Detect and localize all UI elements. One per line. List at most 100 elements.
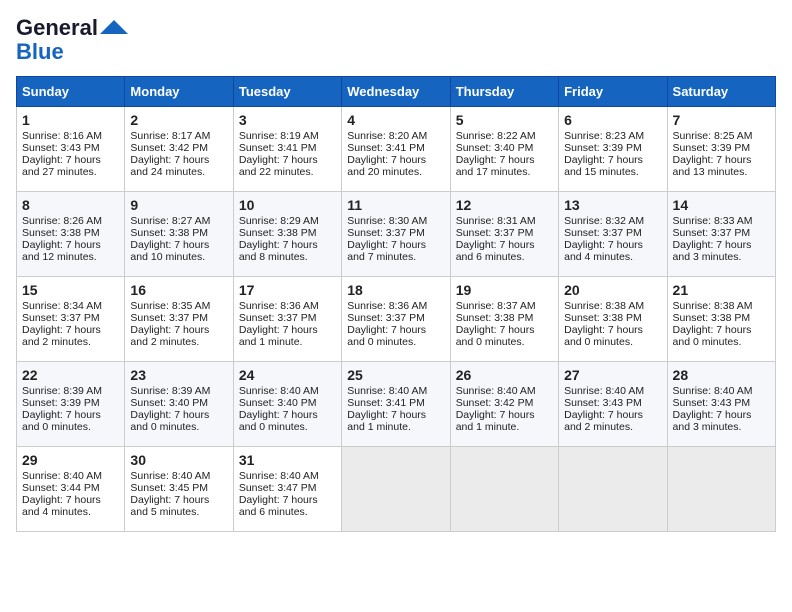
sunrise: Sunrise: 8:32 AM — [564, 215, 644, 227]
day-header-tuesday: Tuesday — [233, 77, 341, 107]
day-number: 13 — [564, 197, 661, 213]
day-number: 8 — [22, 197, 119, 213]
daylight: Daylight: 7 hours and 2 minutes. — [564, 409, 643, 433]
day-header-thursday: Thursday — [450, 77, 558, 107]
sunset: Sunset: 3:37 PM — [239, 312, 317, 324]
calendar-cell: 13 Sunrise: 8:32 AM Sunset: 3:37 PM Dayl… — [559, 192, 667, 277]
sunrise: Sunrise: 8:26 AM — [22, 215, 102, 227]
calendar-cell: 28 Sunrise: 8:40 AM Sunset: 3:43 PM Dayl… — [667, 362, 775, 447]
sunrise: Sunrise: 8:16 AM — [22, 130, 102, 142]
daylight: Daylight: 7 hours and 0 minutes. — [347, 324, 426, 348]
day-header-sunday: Sunday — [17, 77, 125, 107]
calendar-cell: 31 Sunrise: 8:40 AM Sunset: 3:47 PM Dayl… — [233, 447, 341, 532]
sunset: Sunset: 3:38 PM — [673, 312, 751, 324]
sunrise: Sunrise: 8:22 AM — [456, 130, 536, 142]
sunset: Sunset: 3:43 PM — [22, 142, 100, 154]
calendar-cell: 10 Sunrise: 8:29 AM Sunset: 3:38 PM Dayl… — [233, 192, 341, 277]
sunrise: Sunrise: 8:40 AM — [239, 470, 319, 482]
day-number: 4 — [347, 112, 444, 128]
sunset: Sunset: 3:47 PM — [239, 482, 317, 494]
sunset: Sunset: 3:40 PM — [130, 397, 208, 409]
sunset: Sunset: 3:43 PM — [564, 397, 642, 409]
sunrise: Sunrise: 8:39 AM — [22, 385, 102, 397]
sunset: Sunset: 3:38 PM — [456, 312, 534, 324]
calendar-cell: 12 Sunrise: 8:31 AM Sunset: 3:37 PM Dayl… — [450, 192, 558, 277]
sunset: Sunset: 3:44 PM — [22, 482, 100, 494]
sunrise: Sunrise: 8:38 AM — [673, 300, 753, 312]
daylight: Daylight: 7 hours and 6 minutes. — [239, 494, 318, 518]
sunset: Sunset: 3:40 PM — [239, 397, 317, 409]
sunset: Sunset: 3:41 PM — [347, 397, 425, 409]
week-row-3: 15 Sunrise: 8:34 AM Sunset: 3:37 PM Dayl… — [17, 277, 776, 362]
days-header-row: SundayMondayTuesdayWednesdayThursdayFrid… — [17, 77, 776, 107]
day-number: 21 — [673, 282, 770, 298]
daylight: Daylight: 7 hours and 0 minutes. — [456, 324, 535, 348]
logo-icon — [100, 20, 128, 34]
day-number: 7 — [673, 112, 770, 128]
sunset: Sunset: 3:39 PM — [22, 397, 100, 409]
week-row-4: 22 Sunrise: 8:39 AM Sunset: 3:39 PM Dayl… — [17, 362, 776, 447]
sunset: Sunset: 3:37 PM — [673, 227, 751, 239]
day-number: 26 — [456, 367, 553, 383]
calendar-cell — [342, 447, 450, 532]
sunset: Sunset: 3:41 PM — [239, 142, 317, 154]
daylight: Daylight: 7 hours and 6 minutes. — [456, 239, 535, 263]
daylight: Daylight: 7 hours and 1 minute. — [239, 324, 318, 348]
day-number: 19 — [456, 282, 553, 298]
daylight: Daylight: 7 hours and 0 minutes. — [130, 409, 209, 433]
calendar-cell: 9 Sunrise: 8:27 AM Sunset: 3:38 PM Dayli… — [125, 192, 233, 277]
day-number: 18 — [347, 282, 444, 298]
daylight: Daylight: 7 hours and 0 minutes. — [22, 409, 101, 433]
logo: General Blue — [16, 16, 128, 64]
calendar-cell — [559, 447, 667, 532]
daylight: Daylight: 7 hours and 2 minutes. — [130, 324, 209, 348]
sunrise: Sunrise: 8:20 AM — [347, 130, 427, 142]
daylight: Daylight: 7 hours and 10 minutes. — [130, 239, 209, 263]
sunset: Sunset: 3:45 PM — [130, 482, 208, 494]
day-number: 23 — [130, 367, 227, 383]
logo-blue: Blue — [16, 40, 64, 64]
sunrise: Sunrise: 8:40 AM — [564, 385, 644, 397]
calendar-cell: 24 Sunrise: 8:40 AM Sunset: 3:40 PM Dayl… — [233, 362, 341, 447]
day-number: 9 — [130, 197, 227, 213]
day-number: 16 — [130, 282, 227, 298]
sunset: Sunset: 3:38 PM — [564, 312, 642, 324]
sunset: Sunset: 3:37 PM — [564, 227, 642, 239]
sunrise: Sunrise: 8:40 AM — [130, 470, 210, 482]
sunset: Sunset: 3:37 PM — [347, 312, 425, 324]
sunrise: Sunrise: 8:33 AM — [673, 215, 753, 227]
calendar-cell: 2 Sunrise: 8:17 AM Sunset: 3:42 PM Dayli… — [125, 107, 233, 192]
daylight: Daylight: 7 hours and 15 minutes. — [564, 154, 643, 178]
sunrise: Sunrise: 8:36 AM — [239, 300, 319, 312]
sunrise: Sunrise: 8:37 AM — [456, 300, 536, 312]
sunrise: Sunrise: 8:40 AM — [673, 385, 753, 397]
sunset: Sunset: 3:37 PM — [22, 312, 100, 324]
day-number: 12 — [456, 197, 553, 213]
week-row-1: 1 Sunrise: 8:16 AM Sunset: 3:43 PM Dayli… — [17, 107, 776, 192]
day-number: 22 — [22, 367, 119, 383]
daylight: Daylight: 7 hours and 0 minutes. — [564, 324, 643, 348]
calendar-cell: 29 Sunrise: 8:40 AM Sunset: 3:44 PM Dayl… — [17, 447, 125, 532]
daylight: Daylight: 7 hours and 3 minutes. — [673, 239, 752, 263]
calendar-cell: 15 Sunrise: 8:34 AM Sunset: 3:37 PM Dayl… — [17, 277, 125, 362]
calendar-cell: 3 Sunrise: 8:19 AM Sunset: 3:41 PM Dayli… — [233, 107, 341, 192]
sunset: Sunset: 3:42 PM — [130, 142, 208, 154]
calendar-cell: 30 Sunrise: 8:40 AM Sunset: 3:45 PM Dayl… — [125, 447, 233, 532]
calendar-cell: 21 Sunrise: 8:38 AM Sunset: 3:38 PM Dayl… — [667, 277, 775, 362]
daylight: Daylight: 7 hours and 24 minutes. — [130, 154, 209, 178]
day-number: 3 — [239, 112, 336, 128]
day-number: 20 — [564, 282, 661, 298]
day-number: 24 — [239, 367, 336, 383]
page-header: General Blue — [16, 16, 776, 64]
sunrise: Sunrise: 8:29 AM — [239, 215, 319, 227]
sunrise: Sunrise: 8:40 AM — [456, 385, 536, 397]
day-number: 31 — [239, 452, 336, 468]
daylight: Daylight: 7 hours and 13 minutes. — [673, 154, 752, 178]
daylight: Daylight: 7 hours and 5 minutes. — [130, 494, 209, 518]
daylight: Daylight: 7 hours and 4 minutes. — [22, 494, 101, 518]
sunrise: Sunrise: 8:17 AM — [130, 130, 210, 142]
day-header-friday: Friday — [559, 77, 667, 107]
day-number: 27 — [564, 367, 661, 383]
calendar-cell: 7 Sunrise: 8:25 AM Sunset: 3:39 PM Dayli… — [667, 107, 775, 192]
sunrise: Sunrise: 8:38 AM — [564, 300, 644, 312]
